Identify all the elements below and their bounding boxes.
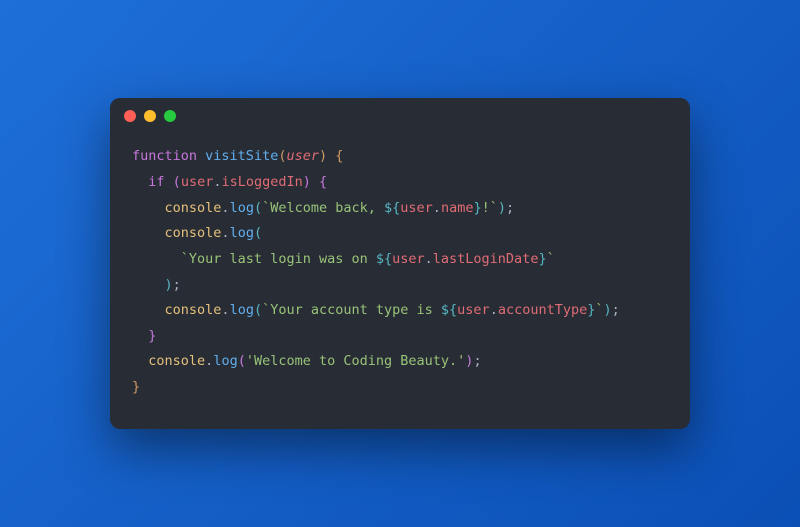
code-token: ( <box>254 225 262 241</box>
code-token: } <box>473 200 481 216</box>
code-block: function visitSite(user) { if (user.isLo… <box>110 134 690 428</box>
code-token: } <box>148 328 156 344</box>
minimize-icon[interactable] <box>144 110 156 122</box>
code-line: } <box>132 375 668 401</box>
code-token: ${ <box>441 302 457 318</box>
code-token: visitSite <box>205 148 278 164</box>
code-token <box>132 353 148 369</box>
code-token: user <box>457 302 490 318</box>
code-token: log <box>230 302 254 318</box>
zoom-icon[interactable] <box>164 110 176 122</box>
code-token <box>132 277 165 293</box>
code-token: name <box>441 200 474 216</box>
code-token: 'Welcome to Coding Beauty.' <box>246 353 465 369</box>
code-token: . <box>221 225 229 241</box>
code-token: log <box>230 225 254 241</box>
code-token: console <box>165 200 222 216</box>
code-token: lastLoginDate <box>433 251 539 267</box>
code-line: } <box>132 324 668 350</box>
code-line: console.log( <box>132 221 668 247</box>
code-token: ( <box>254 200 262 216</box>
code-token: } <box>132 379 140 395</box>
code-line: ); <box>132 273 668 299</box>
code-token <box>132 302 165 318</box>
code-token: `Welcome back, <box>262 200 384 216</box>
code-token: ( <box>173 174 181 190</box>
code-token: } <box>538 251 546 267</box>
code-token: function <box>132 148 197 164</box>
code-token: . <box>221 302 229 318</box>
code-token: if <box>148 174 164 190</box>
code-token: !` <box>482 200 498 216</box>
code-token: user <box>400 200 433 216</box>
code-token: ) <box>498 200 506 216</box>
code-token: ) <box>604 302 612 318</box>
code-token: console <box>165 302 222 318</box>
code-token <box>132 251 181 267</box>
code-token: console <box>148 353 205 369</box>
titlebar <box>110 98 690 134</box>
code-line: if (user.isLoggedIn) { <box>132 170 668 196</box>
code-token <box>197 148 205 164</box>
code-token: isLoggedIn <box>221 174 302 190</box>
code-token: ; <box>173 277 181 293</box>
code-token: ` <box>547 251 555 267</box>
code-token: log <box>213 353 237 369</box>
code-token: ` <box>595 302 603 318</box>
code-token: . <box>425 251 433 267</box>
code-line: console.log(`Welcome back, ${user.name}!… <box>132 196 668 222</box>
code-token <box>132 225 165 241</box>
code-token: ) { <box>303 174 327 190</box>
code-token: ) { <box>319 148 343 164</box>
code-token: ( <box>254 302 262 318</box>
close-icon[interactable] <box>124 110 136 122</box>
code-token: ${ <box>384 200 400 216</box>
code-token <box>132 328 148 344</box>
code-token: ) <box>165 277 173 293</box>
code-token <box>132 200 165 216</box>
code-token: console <box>165 225 222 241</box>
code-token: . <box>221 200 229 216</box>
code-line: `Your last login was on ${user.lastLogin… <box>132 247 668 273</box>
code-line: console.log('Welcome to Coding Beauty.')… <box>132 349 668 375</box>
code-token: user <box>392 251 425 267</box>
code-token: log <box>230 200 254 216</box>
code-token <box>132 174 148 190</box>
code-token: . <box>490 302 498 318</box>
code-token: ; <box>473 353 481 369</box>
code-line: function visitSite(user) { <box>132 144 668 170</box>
code-token: ${ <box>376 251 392 267</box>
code-token: user <box>286 148 319 164</box>
code-token: ( <box>238 353 246 369</box>
code-token: `Your last login was on <box>181 251 376 267</box>
code-token: . <box>433 200 441 216</box>
code-window: function visitSite(user) { if (user.isLo… <box>110 98 690 428</box>
code-token: `Your account type is <box>262 302 441 318</box>
code-token <box>165 174 173 190</box>
code-token: accountType <box>498 302 587 318</box>
code-token: user <box>181 174 214 190</box>
code-line: console.log(`Your account type is ${user… <box>132 298 668 324</box>
code-token: ; <box>506 200 514 216</box>
code-token: ; <box>612 302 620 318</box>
